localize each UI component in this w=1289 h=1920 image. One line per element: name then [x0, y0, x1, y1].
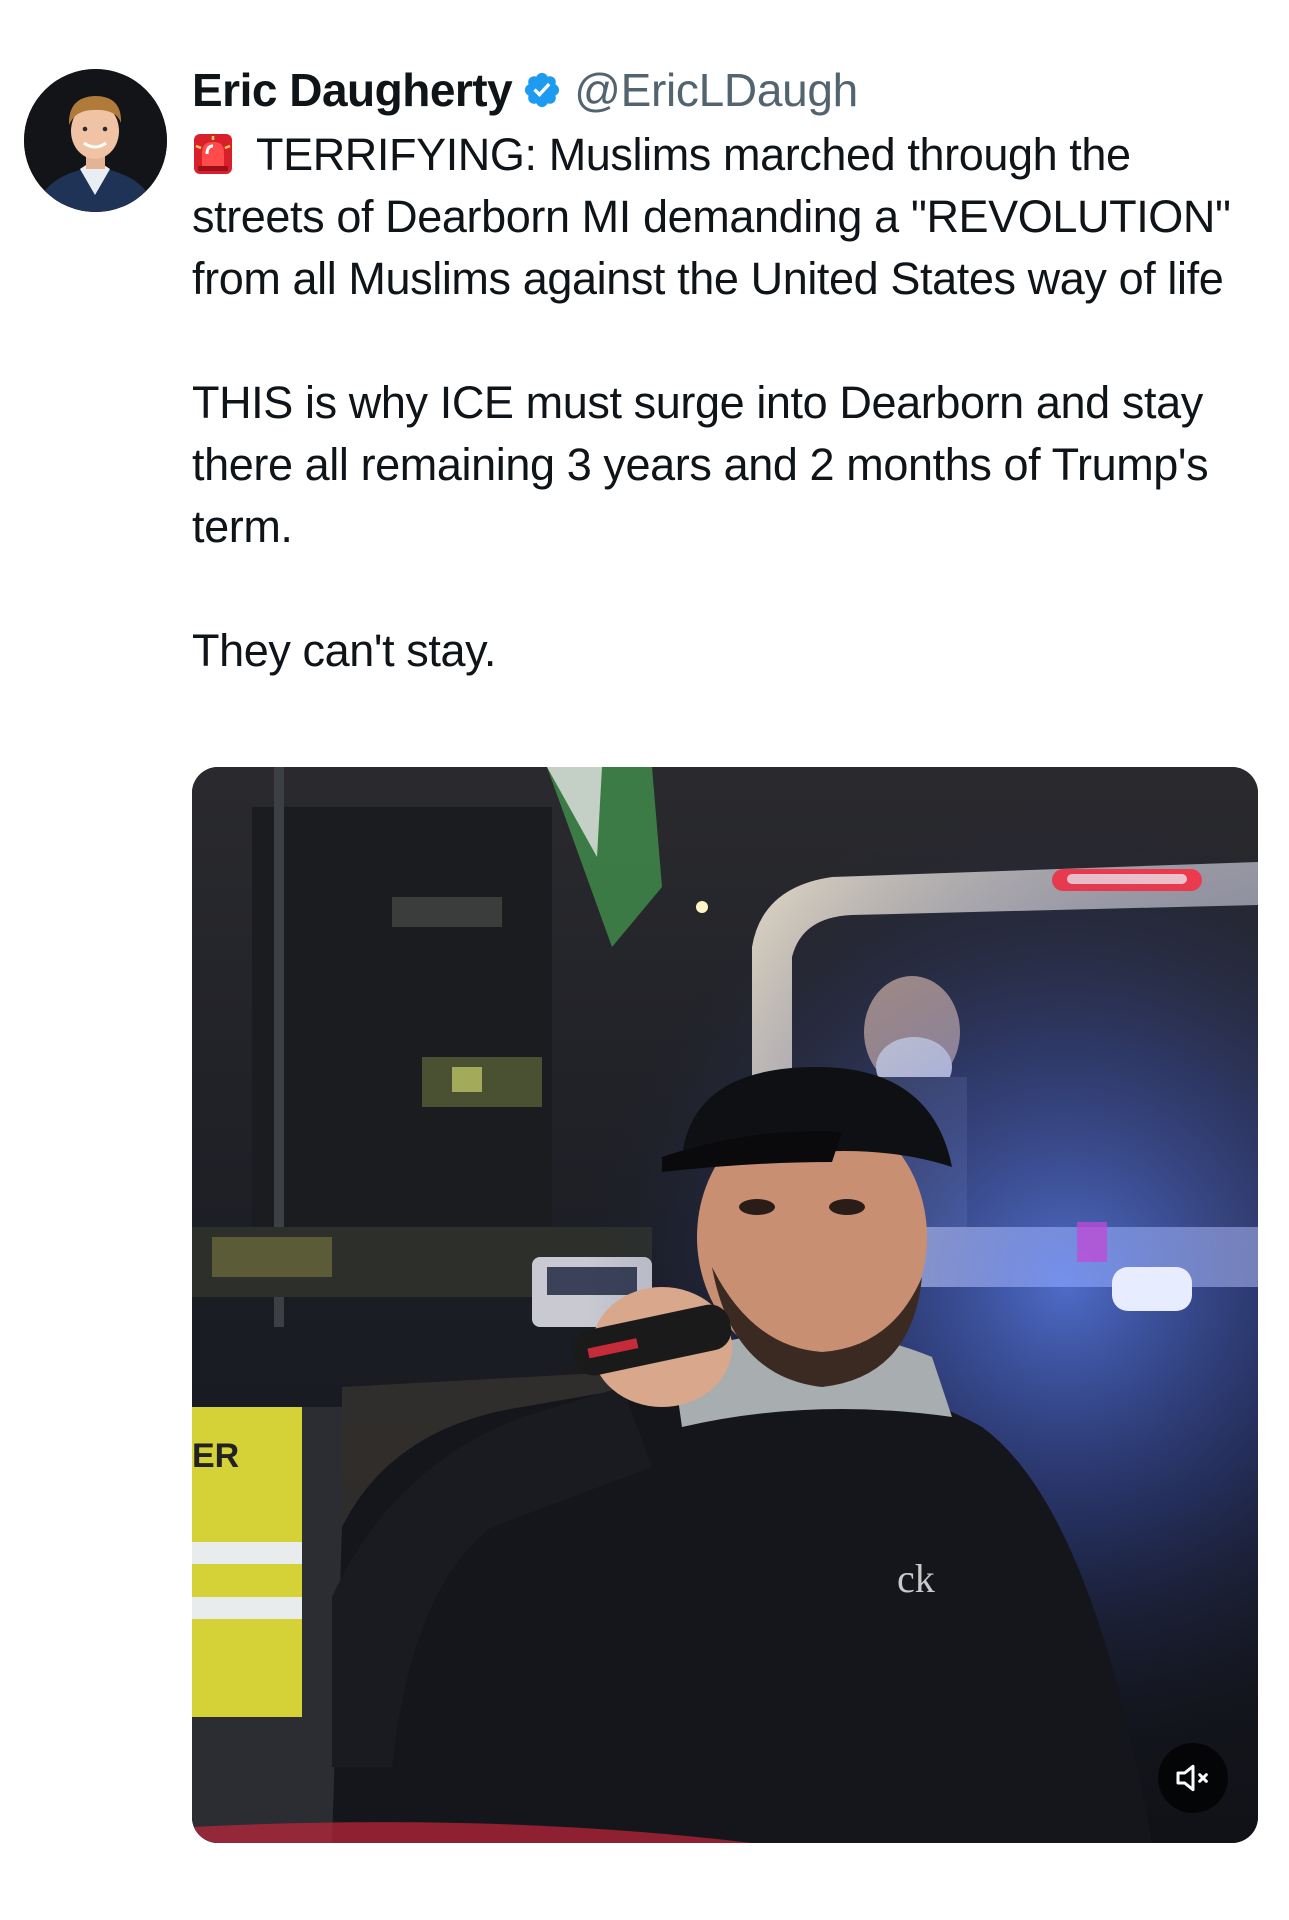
tweet-video[interactable]: ER ck — [192, 767, 1258, 1843]
video-frame: ER ck — [192, 767, 1258, 1843]
tweet-text: TERRIFYING: Muslims marched through the … — [192, 124, 1267, 682]
display-name[interactable]: Eric Daugherty — [192, 63, 513, 117]
speaker-muted-icon — [1176, 1764, 1208, 1792]
vest-text: ER — [192, 1437, 239, 1475]
tweet-paragraph-text: TERRIFYING: Muslims marched through the … — [192, 129, 1231, 304]
verified-badge-icon — [522, 70, 562, 110]
avatar-image — [24, 69, 167, 212]
avatar[interactable] — [24, 69, 167, 212]
tweet-content: Eric Daugherty @EricLDaugh TERRIFYING: M… — [192, 60, 1267, 682]
shirt-logo: ck — [897, 1556, 935, 1601]
mute-button[interactable] — [1158, 1743, 1228, 1813]
tweet-header: Eric Daugherty @EricLDaugh — [192, 60, 1267, 120]
tweet-paragraph: TERRIFYING: Muslims marched through the … — [192, 124, 1267, 310]
rotating-light-icon — [192, 130, 234, 174]
tweet-paragraph: They can't stay. — [192, 625, 496, 676]
tweet: Eric Daugherty @EricLDaugh TERRIFYING: M… — [0, 0, 1289, 1920]
handle[interactable]: @EricLDaugh — [574, 63, 858, 117]
tweet-paragraph: THIS is why ICE must surge into Dearborn… — [192, 377, 1209, 552]
